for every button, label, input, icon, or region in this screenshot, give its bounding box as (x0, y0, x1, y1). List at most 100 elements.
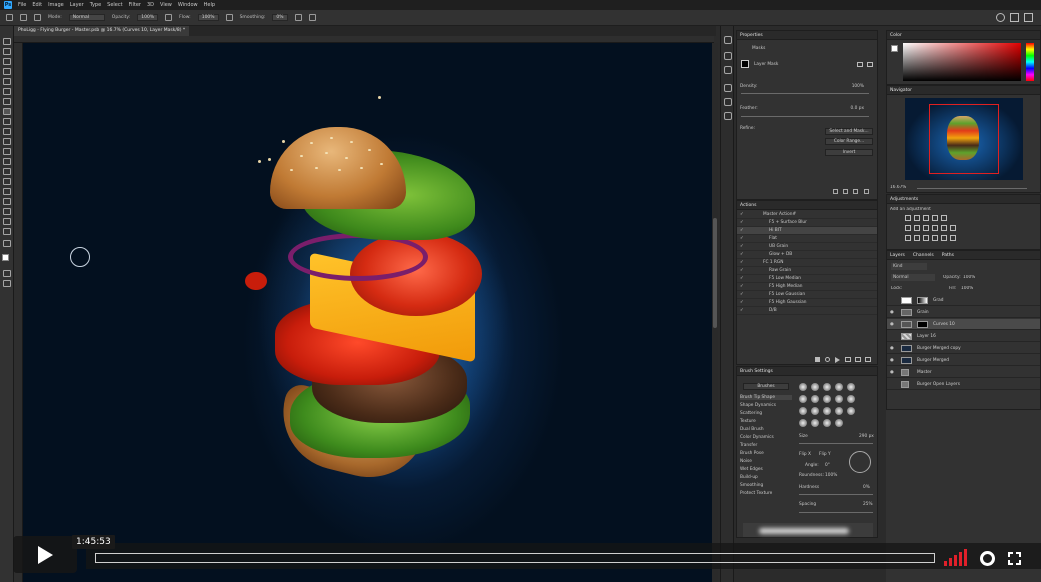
play-action-icon[interactable] (835, 357, 840, 363)
brush-angle-preview[interactable] (849, 451, 871, 473)
blend-mode-select[interactable]: Normal (891, 274, 935, 281)
tab-channels[interactable]: Channels (913, 251, 934, 259)
option-wet-edges[interactable]: Wet Edges (740, 467, 763, 472)
menu-help[interactable]: Help (204, 2, 215, 8)
layer-filter-kind[interactable]: Kind (891, 263, 927, 270)
option-protect-texture[interactable]: Protect Texture (740, 491, 772, 496)
color-picker-field[interactable] (903, 43, 1021, 81)
menu-view[interactable]: View (160, 2, 172, 8)
type-tool-icon[interactable] (3, 188, 11, 195)
layer-row[interactable]: ● Master (887, 367, 1040, 378)
healing-tool-icon[interactable] (3, 98, 11, 105)
flip-y-checkbox[interactable]: Flip Y (819, 452, 831, 457)
workspace-icon[interactable] (1010, 13, 1019, 22)
select-and-mask-button[interactable]: Select and Mask... (825, 128, 873, 135)
action-row[interactable]: ✓ Glow + DB (737, 251, 877, 259)
fill-value[interactable]: 100% (961, 286, 973, 291)
brush-preset-icon[interactable] (20, 14, 27, 21)
history-brush-tool-icon[interactable] (3, 128, 11, 135)
invert-button[interactable]: Invert (825, 149, 873, 156)
marquee-tool-icon[interactable] (3, 48, 11, 55)
menu-3d[interactable]: 3D (147, 2, 154, 8)
load-selection-icon[interactable] (833, 189, 838, 194)
action-row[interactable]: ✓ Master Action# (737, 211, 877, 219)
adjustment-icons-grid[interactable] (905, 215, 975, 245)
roundness-value[interactable]: 100% (825, 473, 837, 478)
option-brush-pose[interactable]: Brush Pose (740, 451, 764, 456)
eraser-tool-icon[interactable] (3, 138, 11, 145)
pen-tool-icon[interactable] (3, 178, 11, 185)
smoothing-settings-gear-icon[interactable] (294, 14, 302, 21)
more-tools-icon[interactable] (3, 240, 11, 247)
action-row[interactable]: ✓ Hi BIT (737, 227, 877, 235)
pressure-size-icon[interactable] (308, 14, 316, 21)
option-brush-tip-shape[interactable]: Brush Tip Shape (740, 395, 792, 400)
new-action-icon[interactable] (855, 357, 861, 362)
feather-slider[interactable] (741, 116, 869, 117)
brush-tool-icon[interactable] (6, 14, 13, 21)
document-tab[interactable]: PhoLigg - Flying Burger - Master.psb @ 1… (14, 26, 190, 36)
share-icon[interactable] (1024, 13, 1033, 22)
size-value[interactable]: 290 px (859, 434, 874, 439)
option-dual-brush[interactable]: Dual Brush (740, 427, 764, 432)
layer-row[interactable]: Grad (887, 295, 1040, 306)
flip-x-checkbox[interactable]: Flip X (799, 452, 811, 457)
action-row[interactable]: ✓ F5 High Median (737, 283, 877, 291)
layer-row[interactable]: Layer 16 (887, 331, 1040, 342)
action-row[interactable]: ✓ Raw Grain (737, 267, 877, 275)
crop-tool-icon[interactable] (3, 78, 11, 85)
navigator-preview[interactable] (905, 98, 1023, 180)
play-button[interactable] (13, 536, 77, 573)
clone-stamp-tool-icon[interactable] (3, 118, 11, 125)
add-vector-mask-icon[interactable] (867, 62, 873, 67)
menu-filter[interactable]: Filter (129, 2, 141, 8)
flow-field[interactable]: 100% (197, 14, 219, 21)
menu-edit[interactable]: Edit (32, 2, 42, 8)
record-icon[interactable] (825, 357, 830, 362)
option-shape-dynamics[interactable]: Shape Dynamics (740, 403, 776, 408)
spacing-value[interactable]: 25% (863, 502, 873, 507)
action-row[interactable]: ✓ F5 + Surface Blur (737, 219, 877, 227)
menu-select[interactable]: Select (107, 2, 122, 8)
navigator-view-box[interactable] (929, 104, 999, 174)
option-build-up[interactable]: Build-up (740, 475, 758, 480)
screen-mode-icon[interactable] (3, 280, 11, 287)
canvas-scrollbar[interactable] (712, 43, 718, 582)
airbrush-icon[interactable] (225, 14, 233, 21)
action-row[interactable]: ✓ F5 Low Median (737, 275, 877, 283)
brushes-button[interactable]: Brushes (743, 383, 789, 390)
navigator-zoom-slider[interactable] (917, 188, 1027, 189)
delete-action-icon[interactable] (865, 357, 871, 362)
option-scattering[interactable]: Scattering (740, 411, 762, 416)
path-select-tool-icon[interactable] (3, 198, 11, 205)
foreground-color-swatch[interactable] (2, 254, 9, 261)
lasso-tool-icon[interactable] (3, 58, 11, 65)
action-row[interactable]: ✓ FC 1 RGN (737, 259, 877, 267)
option-noise[interactable]: Noise (740, 459, 752, 464)
gradient-tool-icon[interactable] (3, 148, 11, 155)
option-color-dynamics[interactable]: Color Dynamics (740, 435, 774, 440)
visibility-icon[interactable] (853, 189, 858, 194)
settings-gear-icon[interactable] (980, 551, 995, 566)
foreground-swatch[interactable] (891, 45, 898, 52)
action-row[interactable]: ✓ Flat (737, 235, 877, 243)
brush-tool-active-icon[interactable] (3, 108, 11, 115)
menu-type[interactable]: Type (90, 2, 101, 8)
option-texture[interactable]: Texture (740, 419, 756, 424)
option-smoothing[interactable]: Smoothing (740, 483, 763, 488)
paragraph-style-icon[interactable] (724, 98, 732, 106)
move-tool-icon[interactable] (3, 38, 11, 45)
volume-icon[interactable] (944, 548, 970, 566)
layer-row[interactable]: ● Burger Merged (887, 355, 1040, 366)
dodge-tool-icon[interactable] (3, 168, 11, 175)
pressure-opacity-icon[interactable] (165, 14, 173, 21)
layer-opacity-value[interactable]: 100% (963, 275, 975, 280)
brush-panel-toggle-icon[interactable] (34, 14, 41, 21)
stop-recording-icon[interactable] (815, 357, 820, 362)
paragraph-icon[interactable] (724, 66, 732, 74)
video-progress-track[interactable] (95, 553, 935, 563)
character-icon[interactable] (724, 84, 732, 92)
density-value[interactable]: 100% (852, 83, 864, 90)
menu-layer[interactable]: Layer (70, 2, 84, 8)
menu-window[interactable]: Window (178, 2, 198, 8)
